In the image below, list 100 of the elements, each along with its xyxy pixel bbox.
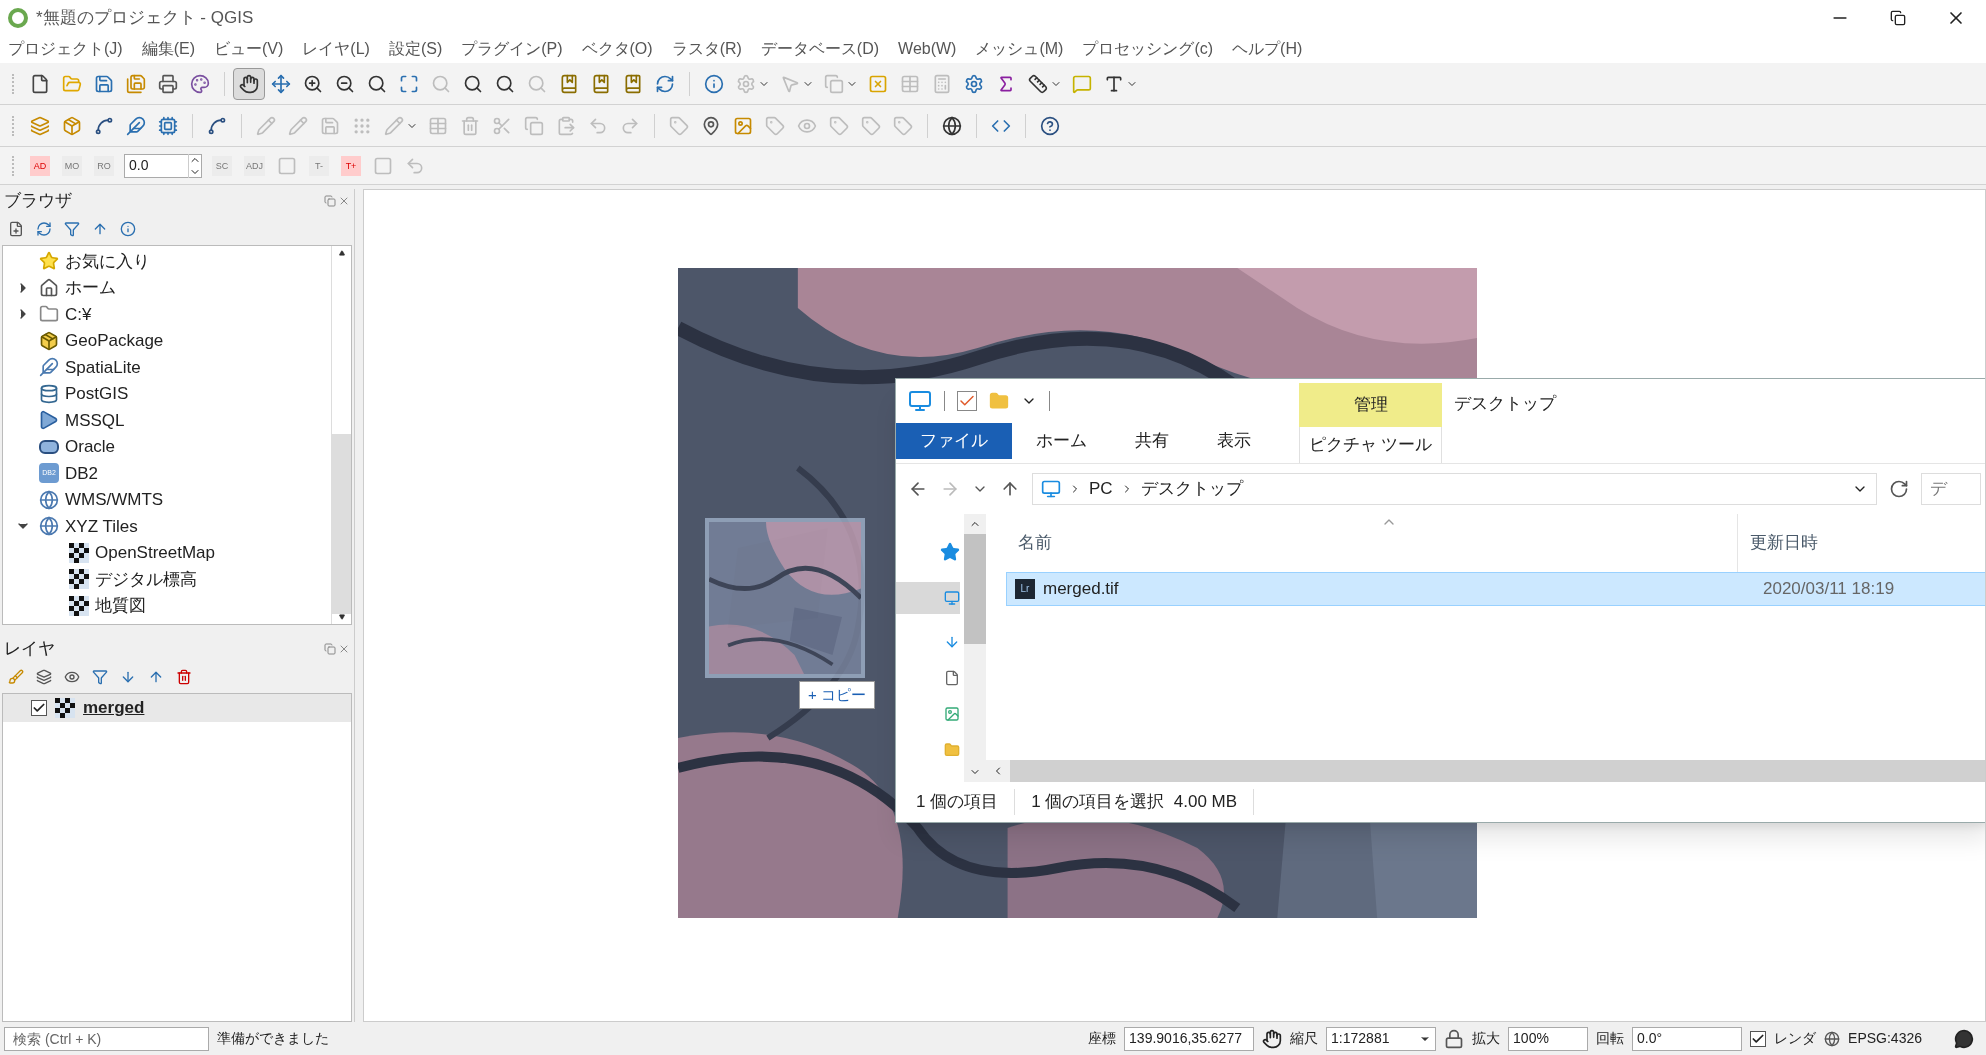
menu-item[interactable]: レイヤ(L) — [302, 37, 370, 61]
menu-item[interactable]: Web(W) — [898, 37, 957, 61]
label-tool-button[interactable]: T+ — [341, 155, 361, 176]
printer-icon — [158, 73, 178, 94]
tree-item[interactable]: ホーム — [65, 275, 116, 301]
column-header[interactable]: 更新日時 — [1738, 530, 1818, 556]
layer-item[interactable]: merged — [3, 694, 351, 722]
expand-all-icon[interactable] — [120, 669, 136, 685]
message-icon[interactable] — [1954, 1028, 1974, 1049]
help-icon — [1040, 115, 1060, 136]
add-icon[interactable] — [8, 221, 24, 237]
folder-icon — [62, 73, 82, 94]
file-date: 2020/03/11 18:19 — [1763, 578, 1895, 601]
zoom-out-icon — [335, 73, 355, 94]
filter-icon[interactable] — [92, 669, 108, 685]
ruler-icon — [1028, 73, 1048, 94]
gear-icon — [736, 73, 756, 94]
tree-item[interactable]: SpatiaLite — [65, 354, 141, 380]
folder-icon — [39, 304, 59, 325]
menu-item[interactable]: プロセッシング(c) — [1082, 37, 1214, 61]
palette-icon — [190, 73, 210, 94]
move-icon — [271, 73, 291, 94]
scroll-thumb[interactable] — [332, 434, 351, 614]
tree-item[interactable]: 地質図 — [95, 593, 146, 619]
crs-button[interactable]: EPSG:4326 — [1848, 1028, 1922, 1049]
square-icon — [373, 155, 393, 176]
save-as-icon — [126, 73, 146, 94]
menu-item[interactable]: プロジェクト(J) — [8, 37, 123, 61]
lock-icon[interactable] — [1444, 1028, 1465, 1049]
panel-title: ブラウザ — [4, 190, 72, 213]
deselect-icon — [868, 73, 888, 94]
menu-item[interactable]: ベクタ(O) — [581, 37, 653, 61]
house-icon — [39, 277, 59, 298]
speech-bubble-icon — [1072, 73, 1092, 94]
layers-icon[interactable] — [36, 669, 52, 685]
field-label: 拡大 — [1472, 1029, 1501, 1048]
float-icon[interactable] — [324, 195, 336, 207]
window-title: デスクトップ — [1454, 393, 1556, 415]
menu-item[interactable]: メッシュ(M) — [975, 37, 1064, 61]
menu-item[interactable]: プラグイン(P) — [461, 37, 563, 61]
table-icon — [900, 73, 920, 94]
tree-item[interactable]: Oracle — [65, 434, 116, 460]
filter-icon[interactable] — [64, 221, 80, 237]
tree-item[interactable]: C:¥ — [65, 301, 92, 327]
tag-icon — [861, 115, 881, 136]
scrollbar[interactable] — [331, 246, 351, 624]
menu-item[interactable]: データベース(D) — [760, 37, 880, 61]
render-checkbox[interactable] — [1750, 1030, 1767, 1047]
selected-tool-button[interactable] — [233, 67, 265, 100]
globe-icon[interactable] — [1824, 1030, 1841, 1047]
value-spinbox[interactable]: 0.0 — [124, 153, 202, 178]
tree-item[interactable]: PostGIS — [65, 381, 129, 407]
feather-icon — [126, 115, 146, 136]
save-icon — [320, 115, 340, 136]
tree-item[interactable]: デジタル標高 — [95, 566, 197, 592]
menu-item[interactable]: ラスタ(R) — [671, 37, 742, 61]
tree-item[interactable]: GeoPackage — [65, 328, 164, 354]
tree-item[interactable]: お気に入り — [65, 248, 150, 274]
menu-item[interactable]: 編集(E) — [141, 37, 195, 61]
gear-icon — [964, 73, 984, 94]
scale-dropdown[interactable]: 1:172881 — [1326, 1026, 1437, 1051]
magnifier-spinbox[interactable]: 100% — [1508, 1026, 1589, 1051]
field-label: 座標 — [1088, 1029, 1117, 1048]
redo-icon — [620, 115, 640, 136]
pin-icon — [701, 115, 721, 136]
oracle-icon — [39, 439, 59, 454]
star-icon — [39, 251, 59, 272]
collapse-all-icon[interactable] — [148, 669, 164, 685]
tree-item[interactable]: OpenStreetMap — [95, 540, 215, 566]
tree-item[interactable]: WMS/WMTS — [65, 487, 164, 513]
check-icon — [32, 701, 46, 715]
refresh-icon[interactable] — [1889, 479, 1909, 499]
eye-icon[interactable] — [64, 669, 80, 685]
copy-icon — [524, 115, 544, 136]
menu-item[interactable]: ビュー(V) — [214, 37, 284, 61]
brush-icon[interactable] — [8, 669, 24, 685]
tree-item[interactable]: XYZ Tiles — [65, 513, 138, 539]
collapse-icon[interactable] — [92, 221, 108, 237]
database-icon — [39, 383, 59, 404]
info-icon[interactable] — [120, 221, 136, 237]
pencil-icon — [384, 115, 404, 136]
tree-item[interactable]: DB2 — [65, 460, 99, 486]
coordinate-field[interactable]: 139.9016,35.6277 — [1124, 1026, 1255, 1051]
trash-icon — [460, 115, 480, 136]
menu-item[interactable]: 設定(S) — [388, 37, 443, 61]
search-field[interactable]: 検索 (Ctrl + K) — [4, 1026, 209, 1051]
rotation-spinbox[interactable]: 0.0° — [1632, 1026, 1743, 1051]
label-tool-button[interactable]: AD — [30, 155, 50, 176]
app-logo-icon — [8, 7, 28, 28]
status-message: 準備ができました — [217, 1029, 329, 1048]
tag-icon — [765, 115, 785, 136]
menu-item[interactable]: ヘルプ(H) — [1232, 37, 1303, 61]
tag-icon — [893, 115, 913, 136]
bookmark-icon — [591, 73, 611, 94]
tree-item[interactable]: MSSQL — [65, 407, 125, 433]
layer-checkbox[interactable] — [31, 700, 47, 716]
restore-icon[interactable] — [1890, 9, 1906, 26]
float-icon[interactable] — [324, 643, 336, 655]
remove-icon[interactable] — [176, 669, 192, 685]
refresh-icon[interactable] — [36, 221, 52, 237]
